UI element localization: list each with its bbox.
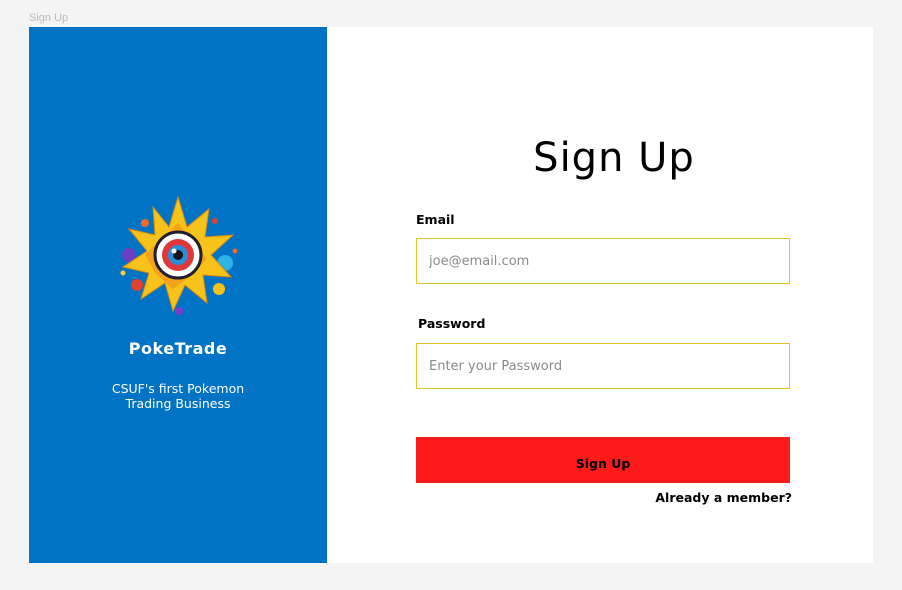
password-input[interactable] (416, 343, 790, 389)
frame-label: Sign Up (29, 12, 69, 24)
page-title: Sign Up (533, 135, 695, 181)
brand-name: PokeTrade (128, 339, 228, 358)
brand-panel: PokeTrade CSUF's first Pokemon Trading B… (29, 27, 327, 563)
brand-tagline: CSUF's first Pokemon Trading Business (111, 381, 245, 411)
poke-eye-starburst-icon (120, 195, 238, 315)
already-member-link[interactable]: Already a member? (655, 490, 792, 505)
email-label: Email (416, 212, 455, 227)
signup-form: Sign Up Email Password Sign Up Already a… (327, 27, 873, 563)
password-label: Password (418, 316, 486, 331)
sign-up-button[interactable]: Sign Up (416, 437, 790, 483)
email-input[interactable] (416, 238, 790, 284)
signup-card: PokeTrade CSUF's first Pokemon Trading B… (29, 27, 873, 563)
